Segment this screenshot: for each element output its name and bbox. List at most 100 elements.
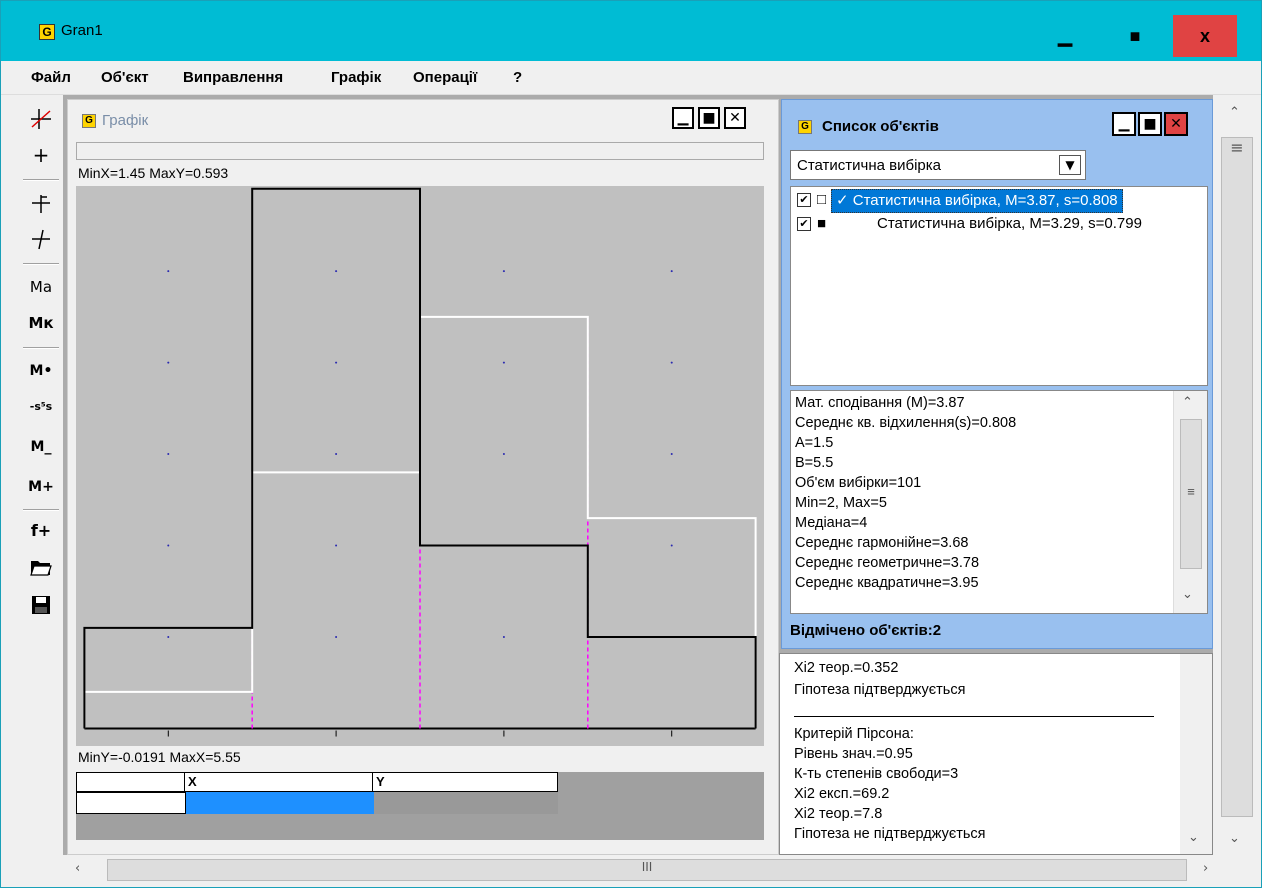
grid-cell-y[interactable] (374, 792, 558, 814)
grid-dot (167, 270, 170, 273)
object-list-item[interactable]: ✔ □ ✓ Статистична вибірка, M=3.87, s=0.8… (797, 189, 1201, 213)
axis-cross-icon[interactable] (23, 187, 59, 219)
toolbar-separator (23, 347, 59, 349)
grid-dot (670, 270, 673, 273)
log-line: Гіпотеза підтверджується (794, 682, 966, 698)
main-horizontal-scrollbar[interactable]: ‹ III › (63, 855, 1259, 885)
window-title: Gran1 (61, 22, 103, 39)
log-line: Xi2 теор.=0.352 (794, 660, 899, 676)
graph-window: G Графік ▁ ■ ✕ MinX=1.45 MaxY=0.593 MinY… (67, 99, 779, 855)
stat-line: Середнє геометричне=3.78 (795, 555, 980, 571)
grid-dot (335, 544, 338, 547)
log-divider (794, 716, 1154, 717)
m-plus-button[interactable]: M+ (23, 471, 59, 503)
app-icon: G (39, 24, 55, 40)
grid-dot (335, 453, 338, 456)
toolbar-separator (23, 509, 59, 511)
maximize-button[interactable]: ■ (1103, 15, 1167, 57)
object-list-title: Список об'єктів (822, 118, 939, 135)
grid-dot (502, 270, 505, 273)
graph-minimize-button[interactable]: ▁ (672, 107, 694, 129)
menu-bar: Файл Об'єкт Виправлення Графік Операції … (1, 61, 1261, 95)
scroll-down-icon[interactable]: ⌄ (1188, 830, 1199, 845)
stat-line: Середнє квадратичне=3.95 (795, 575, 979, 591)
object-visible-checkbox[interactable]: ✔ (797, 193, 811, 207)
scroll-down-icon[interactable]: ⌄ (1182, 587, 1193, 602)
grid-header-x[interactable]: X (184, 772, 374, 792)
close-button[interactable]: x (1173, 15, 1237, 57)
mk-button[interactable]: Mк (23, 307, 59, 339)
graph-close-button[interactable]: ✕ (724, 107, 746, 129)
grid-dot (670, 453, 673, 456)
scroll-up-icon[interactable]: ⌃ (1229, 105, 1240, 120)
object-marker-icon: ■ (817, 215, 827, 232)
grid-cell-x[interactable] (186, 792, 374, 814)
s-sample-icon[interactable]: -s⁵s (23, 391, 59, 423)
stat-line: A=1.5 (795, 435, 834, 451)
chevron-down-icon[interactable]: ▼ (1059, 155, 1081, 175)
log-scrollbar[interactable]: ⌄ (1180, 654, 1212, 854)
toolbar-separator (23, 179, 59, 181)
menu-help[interactable]: ? (513, 69, 522, 86)
histogram-plot[interactable] (76, 186, 764, 746)
stats-scroll-thumb[interactable]: ≡ (1180, 419, 1202, 569)
main-vertical-scrollbar[interactable]: ⌃ ≡ ⌄ (1215, 95, 1259, 855)
mdot-button[interactable]: M• (23, 355, 59, 387)
stat-line: Середнє гармонійне=3.68 (795, 535, 969, 551)
menu-object[interactable]: Об'єкт (101, 69, 149, 86)
minimize-button[interactable]: ▁ (1033, 15, 1097, 57)
menu-operations[interactable]: Операції (413, 69, 477, 86)
object-label: Статистична вибірка, M=3.29, s=0.799 (877, 215, 1142, 232)
grid-header-y[interactable]: Y (372, 772, 558, 792)
grid-corner-cell (76, 772, 186, 792)
stat-line: Медіана=4 (795, 515, 868, 531)
log-line: К-ть степенів свободи=3 (794, 766, 959, 782)
graph-min-max-top: MinX=1.45 MaxY=0.593 (78, 165, 229, 181)
scroll-left-icon[interactable]: ‹ (75, 861, 80, 876)
object-list-minimize-button[interactable]: ▁ (1112, 112, 1136, 136)
grid-dot (167, 361, 170, 364)
object-list[interactable]: ✔ □ ✓ Статистична вибірка, M=3.87, s=0.8… (790, 186, 1208, 386)
open-folder-icon[interactable] (23, 551, 59, 583)
object-list-maximize-button[interactable]: ■ (1138, 112, 1162, 136)
stats-scrollbar[interactable]: ⌃ ≡ ⌄ (1173, 391, 1207, 613)
data-grid[interactable]: X Y (76, 772, 764, 840)
stat-line: Мат. сподівання (M)=3.87 (795, 395, 965, 411)
grid-row-header[interactable] (76, 792, 186, 814)
selected-count: Відмічено об'єктів:2 (790, 622, 942, 639)
log-line: Рівень знач.=0.95 (794, 746, 913, 762)
menu-file[interactable]: Файл (31, 69, 71, 86)
crosshair-icon[interactable]: + (23, 139, 59, 171)
axis-skew-icon[interactable] (23, 223, 59, 255)
m-minus-button[interactable]: M_ (23, 431, 59, 463)
scroll-up-icon[interactable]: ⌃ (1182, 395, 1193, 410)
main-vscroll-thumb[interactable]: ≡ (1221, 137, 1253, 817)
object-type-select[interactable]: Статистична вибірка ▼ (790, 150, 1086, 180)
title-bar[interactable]: G Gran1 ▁ ■ x (1, 1, 1261, 61)
results-log[interactable]: Xi2 теор.=0.352 Гіпотеза підтверджується… (779, 653, 1213, 855)
grid-dot (167, 544, 170, 547)
object-visible-checkbox[interactable]: ✔ (797, 217, 811, 231)
scroll-right-icon[interactable]: › (1203, 861, 1208, 876)
log-line: Xi2 експ.=69.2 (794, 786, 890, 802)
toolbar-separator (23, 263, 59, 265)
scroll-down-icon[interactable]: ⌄ (1229, 831, 1240, 846)
main-hscroll-thumb[interactable]: III (107, 859, 1187, 881)
object-list-item[interactable]: ✔ ■ Статистична вибірка, M=3.29, s=0.799 (797, 213, 1201, 235)
grid-dot (670, 361, 673, 364)
object-list-close-button[interactable]: ✕ (1164, 112, 1188, 136)
object-stats-text[interactable]: Мат. сподівання (M)=3.87 Середнє кв. від… (790, 390, 1208, 614)
log-line: Критерій Пірсона: (794, 726, 914, 742)
ma-button[interactable]: Mа (23, 271, 59, 303)
log-line: Xi2 теор.=7.8 (794, 806, 883, 822)
object-list-window: G Список об'єктів ▁ ■ ✕ Статистична вибі… (781, 99, 1213, 649)
menu-edit[interactable]: Виправлення (183, 69, 283, 86)
save-icon[interactable] (23, 589, 59, 621)
object-type-select-value: Статистична вибірка (797, 157, 942, 174)
f-plus-button[interactable]: f+ (23, 515, 59, 547)
graph-maximize-button[interactable]: ■ (698, 107, 720, 129)
function-strike-icon[interactable] (23, 103, 59, 135)
menu-graph[interactable]: Графік (331, 69, 381, 86)
grid-dot (502, 636, 505, 639)
graph-window-icon: G (82, 114, 96, 128)
